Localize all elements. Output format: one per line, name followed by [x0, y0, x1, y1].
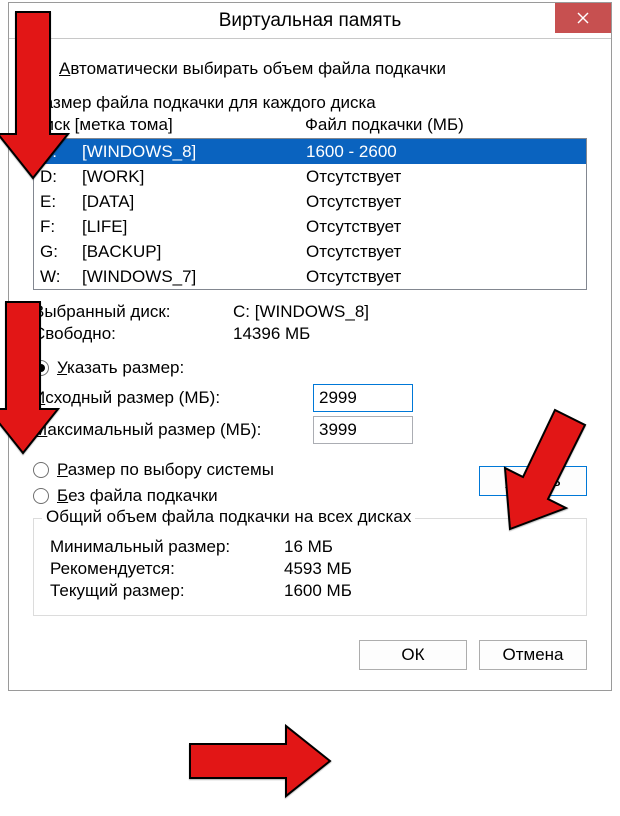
drive-label: [WINDOWS_8] — [82, 141, 306, 162]
drive-pagefile: 1600 - 2600 — [306, 141, 580, 162]
virtual-memory-dialog: Виртуальная память Автоматически выбират… — [8, 2, 612, 691]
ok-button[interactable]: ОК — [359, 640, 467, 670]
drive-label: [LIFE] — [82, 216, 306, 237]
drive-row[interactable]: C:[WINDOWS_8]1600 - 2600 — [34, 139, 586, 164]
col-header-drive: Диск [метка тома] — [33, 115, 305, 135]
min-size-label: Минимальный размер: — [50, 537, 284, 557]
free-space-value: 14396 МБ — [233, 324, 587, 344]
max-size-input[interactable] — [313, 416, 413, 444]
initial-size-label: Исходный размер (МБ): — [33, 388, 313, 408]
radio-no-pagefile[interactable] — [33, 488, 49, 504]
radio-custom-size[interactable] — [33, 360, 49, 376]
drive-label: [DATA] — [82, 191, 306, 212]
current-size-label: Текущий размер: — [50, 581, 284, 601]
groupbox-title: Общий объем файла подкачки на всех диска… — [42, 507, 415, 527]
close-icon — [577, 12, 589, 24]
drive-pagefile: Отсутствует — [306, 166, 580, 187]
titlebar: Виртуальная память — [9, 3, 611, 39]
drive-letter: G: — [40, 241, 82, 262]
radio-system-label: Размер по выбору системы — [57, 460, 274, 480]
drive-row[interactable]: F:[LIFE]Отсутствует — [34, 214, 586, 239]
drive-pagefile: Отсутствует — [306, 266, 580, 287]
recommended-value: 4593 МБ — [284, 559, 570, 579]
drive-pagefile: Отсутствует — [306, 216, 580, 237]
window-title: Виртуальная память — [219, 10, 402, 32]
radio-none-label: Без файла подкачки — [57, 486, 218, 506]
selected-drive-label: Выбранный диск: — [33, 302, 233, 322]
drive-letter: W: — [40, 266, 82, 287]
drive-label: [WORK] — [82, 166, 306, 187]
auto-manage-checkbox[interactable] — [33, 60, 51, 78]
drive-pagefile: Отсутствует — [306, 191, 580, 212]
drive-letter: D: — [40, 166, 82, 187]
drive-pagefile: Отсутствует — [306, 241, 580, 262]
drive-letter: E: — [40, 191, 82, 212]
radio-system-managed[interactable] — [33, 462, 49, 478]
drive-row[interactable]: E:[DATA]Отсутствует — [34, 189, 586, 214]
drive-letter: C: — [40, 141, 82, 162]
size-per-drive-label: Размер файла подкачки для каждого диска — [33, 93, 587, 113]
free-space-label: Свободно: — [33, 324, 233, 344]
drive-label: [BACKUP] — [82, 241, 306, 262]
initial-size-input[interactable] — [313, 384, 413, 412]
drive-row[interactable]: D:[WORK]Отсутствует — [34, 164, 586, 189]
cancel-button[interactable]: Отмена — [479, 640, 587, 670]
close-button[interactable] — [555, 3, 611, 33]
drive-row[interactable]: G:[BACKUP]Отсутствует — [34, 239, 586, 264]
col-header-pagefile: Файл подкачки (МБ) — [305, 115, 587, 135]
set-button[interactable]: Задать — [479, 466, 587, 496]
total-pagefile-group: Общий объем файла подкачки на всех диска… — [33, 518, 587, 616]
min-size-value: 16 МБ — [284, 537, 570, 557]
current-size-value: 1600 МБ — [284, 581, 570, 601]
selected-drive-value: C: [WINDOWS_8] — [233, 302, 587, 322]
drive-list[interactable]: C:[WINDOWS_8]1600 - 2600D:[WORK]Отсутств… — [33, 138, 587, 290]
drive-label: [WINDOWS_7] — [82, 266, 306, 287]
recommended-label: Рекомендуется: — [50, 559, 284, 579]
auto-manage-label: Автоматически выбирать объем файла подка… — [59, 59, 446, 79]
drive-row[interactable]: W:[WINDOWS_7]Отсутствует — [34, 264, 586, 289]
radio-custom-label: Указать размер: — [57, 358, 184, 378]
max-size-label: Максимальный размер (МБ): — [33, 420, 313, 440]
drive-letter: F: — [40, 216, 82, 237]
